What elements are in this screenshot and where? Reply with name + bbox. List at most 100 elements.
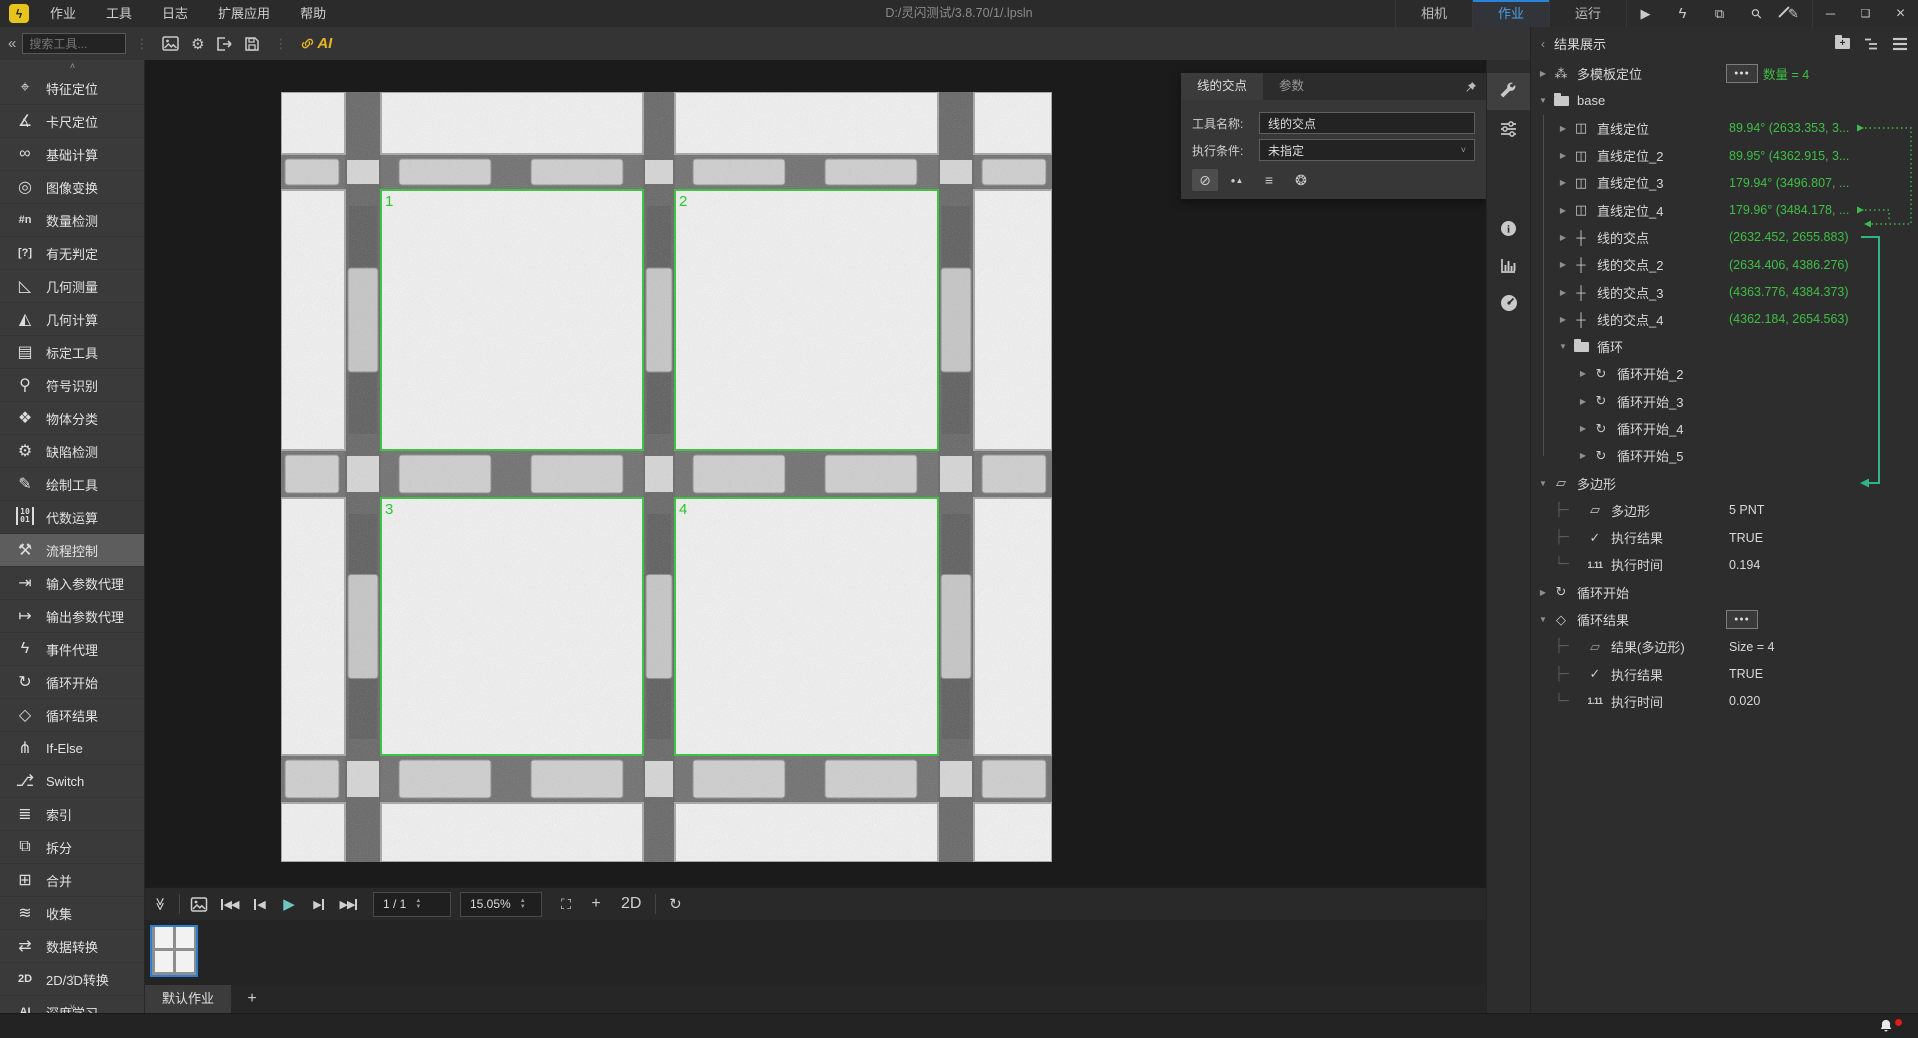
sidebar-item-calibration-tool[interactable]: ▤标定工具 (0, 336, 144, 369)
sidebar-scroll-down-icon[interactable]: ˅ (0, 972, 145, 982)
trigger-icon[interactable]: ϟ (1664, 0, 1701, 27)
search-icon[interactable]: ⚲ (1738, 0, 1775, 27)
result-row-循环结果[interactable]: ▼◇循环结果●●● (1531, 606, 1918, 633)
zoom-spinner[interactable]: 15.05% ▲▼ (460, 892, 542, 917)
sidebar-item-input-param-proxy[interactable]: ⇥输入参数代理 (0, 567, 144, 600)
expand-arrow-icon[interactable]: ▶ (1555, 288, 1571, 297)
gauge-icon[interactable] (1487, 284, 1530, 321)
collapse-arrow-icon[interactable]: ▼ (1535, 479, 1551, 488)
result-row-base[interactable]: ▼base (1531, 87, 1918, 114)
collapse-arrow-icon[interactable]: ▼ (1535, 615, 1551, 624)
menu-item-1[interactable]: 工具 (91, 0, 147, 27)
tool-name-input[interactable] (1259, 112, 1475, 134)
sidebar-item-caliper-locate[interactable]: ∡卡尺定位 (0, 105, 144, 138)
sidebar-item-symbol-recognition[interactable]: ⚲符号识别 (0, 369, 144, 402)
spinner-arrows-icon[interactable]: ▲▼ (415, 898, 421, 910)
sidebar-item-index[interactable]: ≣索引 (0, 798, 144, 831)
sidebar-item-object-classify[interactable]: ❖物体分类 (0, 402, 144, 435)
result-row-线的交点[interactable]: ▶┼线的交点(2632.452, 2655.883) (1531, 224, 1918, 251)
expand-arrow-icon[interactable]: ▶ (1555, 151, 1571, 160)
collapse-arrow-icon[interactable]: ▼ (1535, 96, 1551, 105)
export-icon[interactable] (211, 32, 238, 56)
sidebar-item-flow-control[interactable]: ⚒流程控制 (0, 534, 144, 567)
menu-item-0[interactable]: 作业 (35, 0, 91, 27)
image-canvas[interactable]: 1234 线的交点参数 工具名称: 执行条件: 未指定 ˅ ⊘ ●▲ (145, 60, 1486, 887)
search-input[interactable] (22, 33, 126, 54)
run-once-icon[interactable]: ▶ (1627, 0, 1664, 27)
settings-gear-icon[interactable]: ⚙ (184, 32, 211, 56)
save-icon[interactable] (238, 32, 265, 56)
loop-playback-icon[interactable]: ↻ (660, 888, 690, 920)
expand-arrow-icon[interactable]: ▶ (1555, 233, 1571, 242)
tool-settings-wrench-icon[interactable] (1487, 73, 1530, 110)
menu-item-2[interactable]: 日志 (147, 0, 203, 27)
pin-icon[interactable] (1456, 73, 1486, 100)
menu-item-3[interactable]: 扩展应用 (203, 0, 285, 27)
sidebar-scroll-up-icon[interactable]: ˄ (0, 60, 145, 72)
device-icon[interactable]: ⧉ (1701, 0, 1738, 27)
add-job-button[interactable]: + (231, 985, 273, 1013)
sidebar-item-event-proxy[interactable]: ϟ事件代理 (0, 633, 144, 666)
minimize-button[interactable]: ─ (1813, 0, 1848, 27)
result-row-线的交点_2[interactable]: ▶┼线的交点_2(2634.406, 4386.276) (1531, 251, 1918, 278)
notification-bell-icon[interactable] (1879, 1018, 1893, 1037)
expand-arrow-icon[interactable]: ▶ (1555, 124, 1571, 133)
info-icon[interactable]: i (1487, 210, 1530, 247)
play-icon[interactable]: ▶ (274, 888, 304, 920)
result-row-线的交点_3[interactable]: ▶┼线的交点_3(4363.776, 4384.373) (1531, 278, 1918, 305)
sidebar-item-draw-tool[interactable]: ✎绘制工具 (0, 468, 144, 501)
ai-tools-button[interactable]: AI (300, 35, 332, 52)
expand-arrow-icon[interactable]: ▶ (1575, 451, 1591, 460)
sidebar-item-output-param-proxy[interactable]: ↦输出参数代理 (0, 600, 144, 633)
fit-screen-icon[interactable]: ⛶ (551, 888, 581, 920)
collapse-panel-icon[interactable]: ‹ (1541, 37, 1545, 51)
result-row-执行时间[interactable]: └─1.11执行时间0.020 (1531, 688, 1918, 715)
frame-thumbnail[interactable] (150, 925, 198, 977)
sidebar-item-collect[interactable]: ≋收集 (0, 897, 144, 930)
center-crosshair-icon[interactable]: + (581, 888, 611, 920)
inspection-image[interactable]: 1234 (281, 92, 1052, 862)
collapse-sidebar-icon[interactable]: « (8, 35, 16, 52)
histogram-icon[interactable] (1487, 247, 1530, 284)
mode-tab-作业[interactable]: 作业 (1472, 0, 1549, 27)
expand-arrow-icon[interactable]: ▶ (1575, 397, 1591, 406)
step-forward-icon[interactable]: ▶ (304, 888, 334, 920)
sidebar-item-merge[interactable]: ⊞合并 (0, 864, 144, 897)
result-row-结果(多边形)[interactable]: ├─▱结果(多边形)Size = 4 (1531, 633, 1918, 660)
sidebar-item-switch[interactable]: ⎇Switch (0, 765, 144, 798)
skip-to-start-icon[interactable]: ◀◀ (214, 888, 244, 920)
result-row-直线定位_3[interactable]: ▶◫直线定位_3179.94° (3496.807, ... (1531, 169, 1918, 196)
frame-spinner[interactable]: 1 / 1 ▲▼ (373, 892, 451, 917)
result-row-循环开始_4[interactable]: ▶↻循环开始_4 (1531, 415, 1918, 442)
result-row-循环[interactable]: ▼循环 (1531, 333, 1918, 360)
hide-overlay-icon[interactable]: ⊘ (1192, 169, 1218, 191)
collapse-arrow-icon[interactable]: ▼ (1555, 342, 1571, 351)
parameters-sliders-icon[interactable] (1487, 110, 1530, 147)
close-button[interactable]: × (1883, 0, 1918, 27)
image-source-icon[interactable] (184, 888, 214, 920)
result-row-循环开始_5[interactable]: ▶↻循环开始_5 (1531, 442, 1918, 469)
job-tab-default[interactable]: 默认作业 (145, 985, 231, 1013)
tool-panel-tab-0[interactable]: 线的交点 (1181, 73, 1263, 100)
result-row-循环开始_3[interactable]: ▶↻循环开始_3 (1531, 388, 1918, 415)
result-row-执行时间[interactable]: └─1.11执行时间0.194 (1531, 551, 1918, 578)
result-row-直线定位[interactable]: ▶◫直线定位89.94° (2633.353, 3... (1531, 115, 1918, 142)
add-group-icon[interactable] (1835, 38, 1850, 49)
result-row-执行结果[interactable]: ├─✓执行结果TRUE (1531, 661, 1918, 688)
result-row-循环开始[interactable]: ▶↻循环开始 (1531, 579, 1918, 606)
result-row-直线定位_4[interactable]: ▶◫直线定位_4179.96° (3484.178, ... (1531, 196, 1918, 223)
more-button[interactable]: ●●● (1726, 610, 1758, 629)
expand-arrow-icon[interactable]: ▶ (1575, 424, 1591, 433)
sidebar-item-basic-calc[interactable]: ∞基础计算 (0, 138, 144, 171)
sidebar-item-loop-start[interactable]: ↻循环开始 (0, 666, 144, 699)
expand-arrow-icon[interactable]: ▶ (1575, 369, 1591, 378)
menu-icon[interactable] (1892, 37, 1908, 51)
sidebar-item-split[interactable]: ⧉拆分 (0, 831, 144, 864)
expand-arrow-icon[interactable]: ▶ (1535, 588, 1551, 597)
collapse-playbar-icon[interactable]: ≫ (144, 889, 176, 919)
step-back-icon[interactable]: ◀ (244, 888, 274, 920)
sidebar-item-image-transform[interactable]: ◎图像变换 (0, 171, 144, 204)
sidebar-item-count-detect[interactable]: #n数量检测 (0, 204, 144, 237)
spinner-arrows-icon[interactable]: ▲▼ (520, 898, 526, 910)
sidebar-item-geometry-measure[interactable]: ◺几何测量 (0, 270, 144, 303)
